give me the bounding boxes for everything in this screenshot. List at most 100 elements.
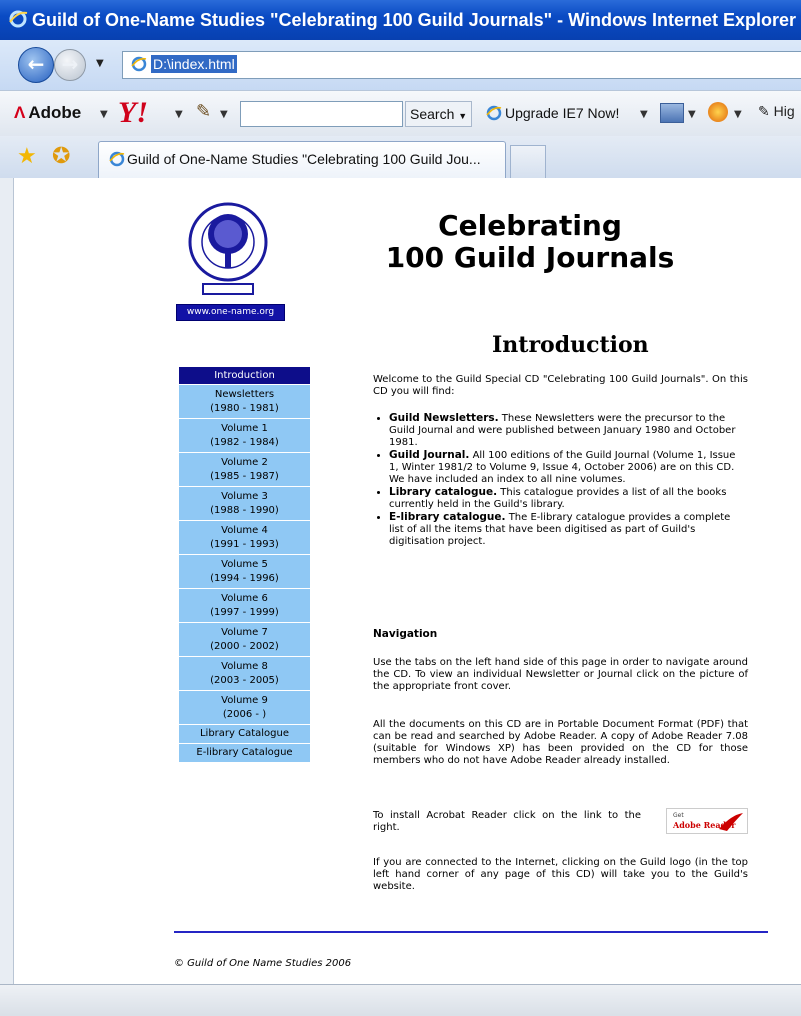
menu-item-years: (2006 - ) [222,709,267,720]
menu-item-e-library-catalogue[interactable]: E-library Catalogue [179,744,310,763]
back-button[interactable]: ← [18,47,54,83]
address-url[interactable]: D:\index.html [151,55,237,73]
history-dropdown-icon[interactable]: ▼ [96,58,104,69]
forward-arrow-icon: → [61,52,79,76]
menu-item-label: Volume 7 [221,627,268,638]
navigation-paragraph: Use the tabs on the left hand side of th… [373,657,748,692]
menu-item-label: Volume 1 [221,423,268,434]
adobe-reader-badge[interactable]: Get Adobe Reader [666,808,748,834]
footer-copyright: © Guild of One Name Studies 2006 [174,958,352,969]
search-dropdown-icon: ▼ [458,111,468,121]
window-left-edge [0,178,14,984]
menu-item-years: (1991 - 1993) [210,539,279,550]
menu-item-label: E-library Catalogue [196,747,293,758]
tab-active[interactable]: Guild of One-Name Studies "Celebrating 1… [98,141,506,178]
browser-window: Guild of One-Name Studies "Celebrating 1… [0,0,801,1016]
menu-item-years: (1994 - 1996) [210,573,279,584]
list-item-title: Library catalogue. [389,486,498,498]
tab-row: ★ ✪ Guild of One-Name Studies "Celebrati… [0,136,801,179]
menu-item-library-catalogue[interactable]: Library Catalogue [179,725,310,744]
menu-item-volume-1[interactable]: Volume 1 (1982 - 1984) [179,419,310,453]
pencil-dropdown-icon[interactable]: ▼ [220,109,228,120]
menu-item-volume-5[interactable]: Volume 5 (1994 - 1996) [179,555,310,589]
menu-item-years: (2000 - 2002) [210,641,279,652]
menu-item-years: (1980 - 1981) [210,403,279,414]
upgrade-label: Upgrade IE7 Now! [505,105,620,121]
yahoo-dropdown-icon[interactable]: ▼ [175,109,183,120]
search-button[interactable]: Search ▼ [405,101,473,127]
toolbar-search-input[interactable] [240,101,403,127]
new-tab-button[interactable] [510,145,546,178]
toolbar: Λ Adobe ▼ Y! ▼ ✎ ▼ Search ▼ Upgrade IE7 N… [0,90,801,137]
menu-item-label: Volume 3 [221,491,268,502]
address-bar: ← → ▼ D:\index.html [0,40,801,90]
pencil-icon[interactable]: ✎ [196,101,211,122]
target-icon[interactable] [708,102,728,122]
menu-item-label: Volume 2 [221,457,268,468]
menu-item-volume-9[interactable]: Volume 9 (2006 - ) [179,691,310,725]
menu-item-label: Volume 6 [221,593,268,604]
ie-logo-icon [9,10,28,28]
list-item-title: E-library catalogue. [389,511,506,523]
menu-item-newsletters[interactable]: Newsletters (1980 - 1981) [179,385,310,419]
list-item-title: Guild Journal. [389,449,470,461]
adobe-dropdown-icon[interactable]: ▼ [100,109,108,120]
side-menu: Introduction Newsletters (1980 - 1981) Vo… [179,367,310,763]
reader-badge-top: Get [673,812,684,819]
menu-item-years: (1982 - 1984) [210,437,279,448]
highlight-pen-icon: ✎ [758,103,770,119]
adobe-label: Adobe [28,103,82,122]
menu-item-volume-2[interactable]: Volume 2 (1985 - 1987) [179,453,310,487]
page-title-line2: 100 Guild Journals [385,241,675,274]
menu-item-label: Volume 8 [221,661,268,672]
list-item: E-library catalogue. The E-library catal… [389,511,748,548]
address-input[interactable]: D:\index.html [122,51,801,79]
adobe-reader-swoosh-icon [719,813,743,831]
menu-item-years: (2003 - 2005) [210,675,279,686]
page-icon [131,56,147,72]
menu-item-volume-8[interactable]: Volume 8 (2003 - 2005) [179,657,310,691]
yahoo-logo-icon[interactable]: Y! [118,96,148,130]
forward-button[interactable]: → [54,49,86,81]
footer-divider [174,931,768,933]
menu-item-introduction[interactable]: Introduction [179,367,310,385]
list-item-title: Guild Newsletters. [389,412,499,424]
intro-body: Welcome to the Guild Special CD "Celebra… [373,374,748,548]
status-bar [0,984,801,1016]
highlight-button[interactable]: ✎ Hig [758,103,795,120]
intro-paragraph: Welcome to the Guild Special CD "Celebra… [373,374,748,397]
tab-label: Guild of One-Name Studies "Celebrating 1… [127,151,481,167]
menu-item-volume-3[interactable]: Volume 3 (1988 - 1990) [179,487,310,521]
title-bar: Guild of One-Name Studies "Celebrating 1… [0,0,801,40]
navigation-heading: Navigation [373,628,438,640]
upgrade-ie7-button[interactable]: Upgrade IE7 Now! [486,101,619,125]
guild-logo-icon[interactable] [187,200,269,300]
menu-item-label: Volume 5 [221,559,268,570]
menu-item-years: (1997 - 1999) [210,607,279,618]
highlight-label: Hig [773,103,795,119]
menu-item-volume-6[interactable]: Volume 6 (1997 - 1999) [179,589,310,623]
page-title: Celebrating 100 Guild Journals [330,210,730,274]
menu-item-label: Volume 9 [221,695,268,706]
form-fill-icon[interactable] [660,103,684,123]
back-arrow-icon: ← [27,52,45,76]
section-title: Introduction [492,332,649,358]
page-title-line1: Celebrating [438,209,622,242]
guild-website-link[interactable]: www.one-name.org [176,304,285,321]
favorites-star-icon[interactable]: ★ [17,144,37,169]
upgrade-dropdown-icon[interactable]: ▼ [640,109,648,120]
window-title: Guild of One-Name Studies "Celebrating 1… [32,10,797,30]
pdf-paragraph: All the documents on this CD are in Port… [373,719,748,766]
menu-item-volume-7[interactable]: Volume 7 (2000 - 2002) [179,623,310,657]
menu-item-volume-4[interactable]: Volume 4 (1991 - 1993) [179,521,310,555]
add-favorites-icon[interactable]: ✪ [52,144,70,169]
menu-item-years: (1985 - 1987) [210,471,279,482]
menu-item-label: Volume 4 [221,525,268,536]
target-dropdown-icon[interactable]: ▼ [734,109,742,120]
adobe-button[interactable]: Λ Adobe [14,103,81,123]
tab-page-icon [109,151,125,167]
list-item: Library catalogue. This catalogue provid… [389,486,748,511]
form-dropdown-icon[interactable]: ▼ [688,109,696,120]
menu-item-label: Introduction [214,370,275,381]
menu-item-years: (1988 - 1990) [210,505,279,516]
